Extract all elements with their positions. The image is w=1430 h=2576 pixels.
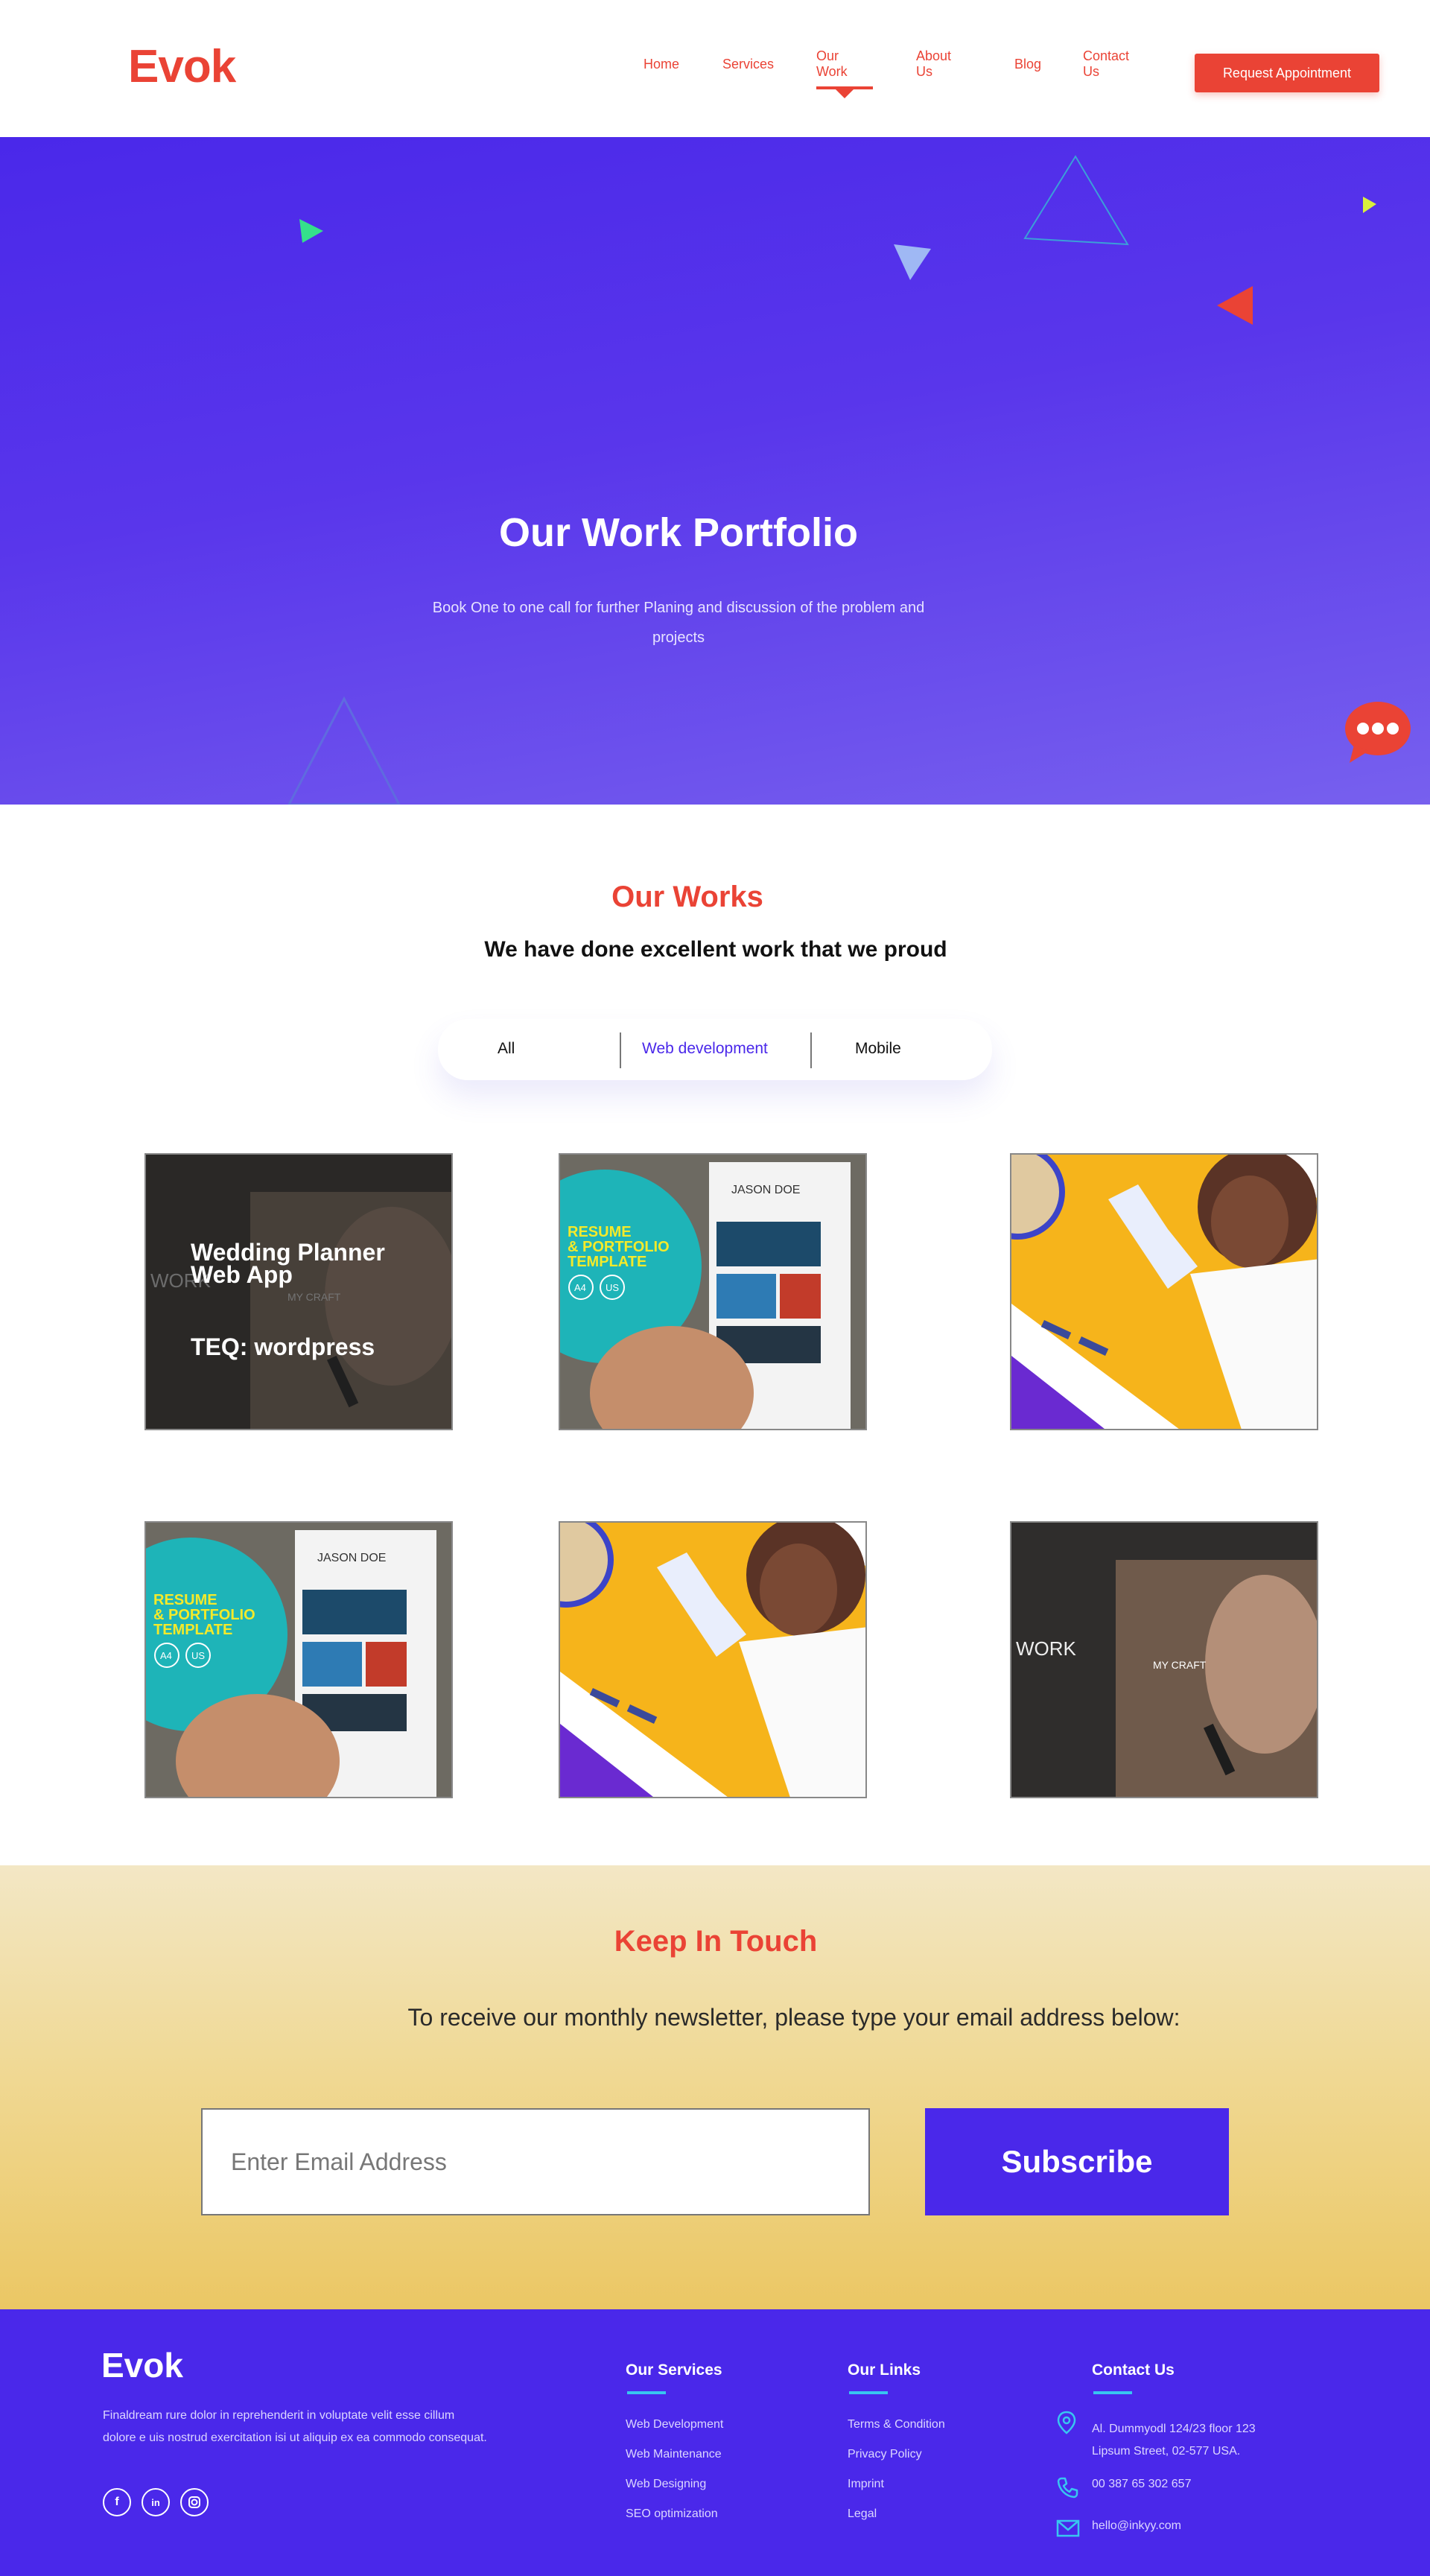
linkedin-icon[interactable]: in — [142, 2488, 170, 2516]
newsletter-subtitle: To receive our monthly newsletter, pleas… — [407, 2004, 1180, 2031]
instagram-icon[interactable] — [180, 2488, 209, 2516]
resume-us: US — [606, 1282, 619, 1293]
mail-icon — [1056, 2519, 1080, 2537]
yellow-triangle-shape — [1363, 197, 1376, 213]
card-title: Wedding Planner Web App — [191, 1239, 385, 1288]
site-footer: Evok Finaldream rure dolor in reprehende… — [0, 2309, 1430, 2576]
request-appointment-button[interactable]: Request Appointment — [1195, 54, 1379, 92]
resume-thumbnail: RESUME & PORTFOLIO TEMPLATE A4 US JASON … — [560, 1155, 865, 1429]
card-tech: TEQ: wordpress — [191, 1333, 375, 1360]
resume-line1: RESUME — [568, 1224, 632, 1240]
footer-links-underline — [849, 2391, 888, 2394]
portfolio-card-illustration[interactable] — [559, 1521, 867, 1798]
subscribe-button[interactable]: Subscribe — [925, 2108, 1229, 2215]
resume-thumbnail: RESUME & PORTFOLIO TEMPLATE A4 US JASON … — [146, 1523, 451, 1797]
facebook-icon[interactable]: f — [103, 2488, 131, 2516]
footer-logo[interactable]: Evok — [101, 2345, 183, 2385]
lightblue-triangle-shape — [894, 244, 931, 280]
filter-all[interactable]: All — [498, 1040, 515, 1058]
footer-link-imprint[interactable]: Imprint — [848, 2478, 884, 2491]
illustration-thumbnail — [560, 1523, 865, 1797]
red-triangle-shape — [1217, 286, 1253, 325]
footer-services-title: Our Services — [626, 2361, 722, 2379]
resume-line3: TEMPLATE — [568, 1254, 646, 1270]
illustration-thumbnail — [1011, 1155, 1317, 1429]
filter-mobile[interactable]: Mobile — [855, 1040, 901, 1058]
footer-link-privacy[interactable]: Privacy Policy — [848, 2448, 922, 2461]
hero-subtitle: Book One to one call for further Planing… — [432, 600, 925, 646]
green-triangle-shape — [299, 219, 323, 243]
resume-a4: A4 — [160, 1650, 172, 1661]
portfolio-card-craft[interactable]: WORK MY CRAFT — [1010, 1521, 1318, 1798]
resume-name: JASON DOE — [731, 1184, 800, 1196]
footer-contact-underline — [1093, 2391, 1132, 2394]
logo[interactable]: Evok — [128, 40, 236, 93]
portfolio-card-wedding-planner[interactable]: WORK MY CRAFT Wedding Planner Web App TE… — [144, 1153, 453, 1430]
portfolio-card-resume[interactable]: RESUME & PORTFOLIO TEMPLATE A4 US JASON … — [144, 1521, 453, 1798]
nav-about-us[interactable]: About Us — [916, 48, 951, 80]
newsletter-section: Keep In Touch To receive our monthly new… — [0, 1865, 1430, 2309]
resume-line2: & PORTFOLIO — [153, 1607, 255, 1623]
filter-web-development[interactable]: Web development — [642, 1040, 768, 1058]
nav-active-caret — [836, 89, 854, 98]
craft-work-text: WORK — [1016, 1637, 1077, 1660]
resume-a4: A4 — [574, 1282, 586, 1293]
filter-divider — [620, 1032, 621, 1068]
nav-services[interactable]: Services — [722, 57, 774, 72]
footer-phone[interactable]: 00 387 65 302 657 — [1092, 2478, 1191, 2491]
chat-bubble-icon[interactable] — [1344, 700, 1412, 763]
footer-link-web-development[interactable]: Web Development — [626, 2418, 723, 2431]
resume-line3: TEMPLATE — [153, 1622, 232, 1638]
resume-line1: RESUME — [153, 1592, 217, 1608]
works-title: Our Works — [611, 881, 763, 913]
footer-email[interactable]: hello@inkyy.com — [1092, 2519, 1181, 2533]
email-input[interactable] — [201, 2108, 870, 2215]
footer-link-legal[interactable]: Legal — [848, 2507, 877, 2521]
filter-divider — [810, 1032, 812, 1068]
footer-link-seo[interactable]: SEO optimization — [626, 2507, 718, 2521]
portfolio-card-illustration[interactable] — [1010, 1153, 1318, 1430]
card-overlay — [146, 1155, 451, 1429]
craft-thumbnail: WORK MY CRAFT — [1011, 1523, 1317, 1797]
location-pin-icon — [1057, 2411, 1076, 2434]
resume-us: US — [191, 1650, 205, 1661]
newsletter-title: Keep In Touch — [614, 1925, 818, 1958]
nav-home[interactable]: Home — [644, 57, 679, 72]
resume-name: JASON DOE — [317, 1552, 386, 1564]
footer-link-terms[interactable]: Terms & Condition — [848, 2418, 945, 2431]
footer-link-web-designing[interactable]: Web Designing — [626, 2478, 706, 2491]
outline-triangle-shape — [1023, 155, 1129, 246]
nav-contact-us[interactable]: Contact Us — [1083, 48, 1129, 80]
footer-description: Finaldream rure dolor in reprehenderit i… — [103, 2409, 487, 2444]
hero-title: Our Work Portfolio — [499, 510, 858, 555]
hero-banner: Our Work Portfolio Book One to one call … — [0, 137, 1430, 805]
phone-icon — [1057, 2477, 1078, 2499]
footer-address: Al. Dummyodl 124/23 floor 123 Lipsum Str… — [1092, 2423, 1256, 2458]
footer-services-underline — [627, 2391, 666, 2394]
resume-line2: & PORTFOLIO — [568, 1239, 670, 1255]
craft-mycraft-text: MY CRAFT — [1153, 1659, 1207, 1671]
footer-contact-title: Contact Us — [1092, 2361, 1175, 2379]
bottom-outline-triangle-shape — [287, 696, 401, 805]
footer-links-title: Our Links — [848, 2361, 921, 2379]
footer-link-web-maintenance[interactable]: Web Maintenance — [626, 2448, 722, 2461]
instagram-glyph — [188, 2496, 200, 2508]
portfolio-filter: All Web development Mobile — [438, 1019, 992, 1080]
nav-our-work[interactable]: Our Work — [816, 48, 848, 80]
site-header: Evok Home Services Our Work About Us Blo… — [0, 0, 1430, 137]
portfolio-card-resume[interactable]: RESUME & PORTFOLIO TEMPLATE A4 US JASON … — [559, 1153, 867, 1430]
works-section: Our Works We have done excellent work th… — [0, 805, 1430, 1865]
nav-blog[interactable]: Blog — [1014, 57, 1041, 72]
works-subtitle: We have done excellent work that we prou… — [484, 937, 947, 962]
